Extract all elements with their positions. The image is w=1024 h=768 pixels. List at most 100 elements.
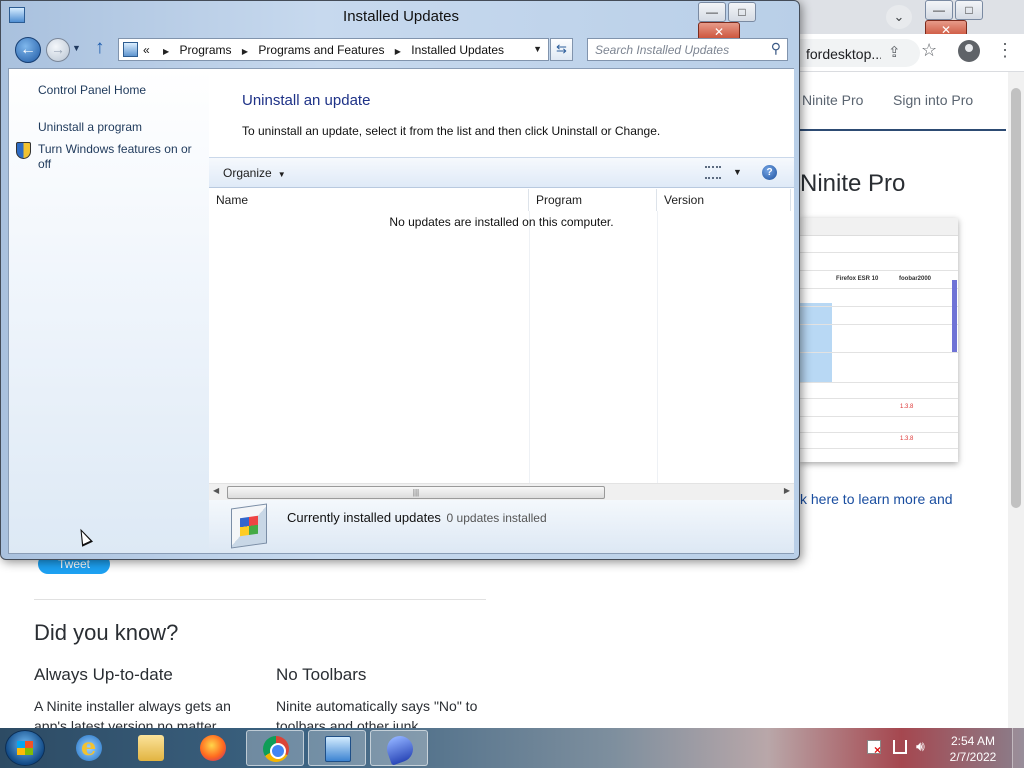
address-history-chevron-icon[interactable]: ▼ — [533, 44, 542, 54]
scrollbar-thumb[interactable]: ||| — [227, 486, 605, 499]
column-header-version[interactable]: Version — [657, 189, 791, 211]
nav-underline — [800, 129, 1006, 131]
show-desktop-button[interactable] — [1012, 728, 1024, 768]
breadcrumb-separator-icon[interactable]: ▶ — [163, 47, 169, 56]
browser-window-controls: — □✕ — [925, 0, 1024, 40]
horizontal-scrollbar[interactable]: ◀ ||| ▶ — [209, 483, 794, 500]
screenshot-version: 1.3.8 — [900, 404, 914, 410]
chevron-down-icon: ▼ — [277, 170, 286, 179]
details-title: Currently installed updates 0 updates in… — [287, 510, 547, 525]
address-bar[interactable]: « ▶ Programs ▶ Programs and Features ▶ I… — [118, 38, 549, 61]
search-input[interactable]: Search Installed Updates ⚲ — [587, 38, 788, 61]
screenshot-header: foobar2000 — [899, 276, 932, 282]
up-arrow-icon[interactable]: ↑ — [95, 37, 105, 59]
screenshot-titlebar — [800, 218, 958, 236]
screenshot-rule — [800, 398, 958, 399]
kebab-menu-icon[interactable]: ⋮ — [996, 40, 1014, 61]
column-header-program[interactable]: Program — [529, 189, 657, 211]
screenshot-rule — [800, 382, 958, 383]
installed-updates-icon — [231, 503, 267, 549]
screenshot-header: Firefox ESR 10 — [836, 276, 879, 282]
share-icon[interactable]: ⇪ — [888, 43, 901, 61]
change-view-icon[interactable] — [705, 166, 721, 179]
nav-link-ninite-pro[interactable]: Ninite Pro — [802, 92, 863, 108]
screenshot-rule — [800, 352, 958, 353]
breadcrumb-programs-and-features[interactable]: Programs and Features — [258, 43, 384, 57]
minimize-button[interactable]: — — [698, 2, 726, 22]
details-pane: Currently installed updates 0 updates in… — [209, 500, 794, 553]
uac-shield-icon — [16, 142, 31, 159]
task-pane: Control Panel Home Uninstall a program T… — [9, 69, 209, 553]
screenshot-selection — [800, 303, 832, 383]
browser-scrollbar-thumb[interactable] — [1011, 88, 1021, 508]
uninstall-program-link[interactable]: Uninstall a program — [38, 120, 142, 134]
column-divider — [657, 211, 658, 485]
control-panel-icon — [325, 736, 351, 762]
column-divider — [529, 211, 530, 485]
ninite-icon — [383, 732, 417, 766]
taskbar-app-control-panel[interactable] — [308, 730, 366, 766]
volume-icon[interactable]: 🔊︎ — [916, 738, 925, 755]
recent-pages-chevron-icon[interactable]: ▼ — [72, 43, 81, 53]
firefox-icon — [200, 735, 226, 761]
search-placeholder: Search Installed Updates — [595, 43, 730, 57]
profile-avatar-icon[interactable] — [958, 40, 980, 62]
folder-icon — [138, 735, 164, 761]
maximize-button[interactable]: □ — [955, 0, 983, 20]
ninite-pro-screenshot: Firefox ESR 10 foobar2000 1.3.8 1.3.8 — [800, 218, 958, 462]
clock-date: 2/7/2022 — [949, 750, 997, 764]
windows-features-link[interactable]: Turn Windows features on or off — [38, 142, 203, 172]
breadcrumb-separator-icon[interactable]: ▶ — [242, 47, 248, 56]
scroll-right-icon[interactable]: ▶ — [784, 486, 790, 495]
organize-label: Organize — [223, 166, 272, 180]
installed-updates-window: Installed Updates — □✕ ← → ▼ ↑ « ▶ Progra… — [0, 0, 800, 560]
column-header-name[interactable]: Name — [209, 189, 529, 211]
network-icon[interactable] — [893, 740, 907, 754]
feature-title: Always Up-to-date — [34, 665, 173, 684]
nav-link-sign-in[interactable]: Sign into Pro — [893, 92, 973, 108]
system-clock[interactable]: 2:54 AM 2/7/2022 — [944, 733, 1002, 765]
main-pane: Uninstall an update To uninstall an upda… — [209, 69, 794, 553]
taskbar-app-firefox[interactable] — [184, 730, 242, 766]
taskbar-app-explorer[interactable] — [122, 730, 180, 766]
chrome-icon — [263, 736, 289, 762]
did-you-know-heading: Did you know? — [34, 620, 179, 645]
taskbar-app-chrome[interactable] — [246, 730, 304, 766]
address-bar-text: fordesktop... — [806, 46, 881, 62]
control-panel-home-link[interactable]: Control Panel Home — [38, 83, 146, 97]
breadcrumb-overflow[interactable]: « — [143, 43, 150, 57]
taskbar-app-ie[interactable] — [60, 730, 118, 766]
search-icon[interactable]: ⚲ — [771, 40, 781, 57]
screenshot-version: 1.3.8 — [900, 436, 914, 442]
breadcrumb-separator-icon[interactable]: ▶ — [395, 47, 401, 56]
minimize-button[interactable]: — — [925, 0, 953, 20]
breadcrumb-programs[interactable]: Programs — [180, 43, 232, 57]
action-center-flag-icon[interactable] — [867, 740, 881, 757]
view-options-chevron-icon[interactable]: ▼ — [733, 167, 742, 177]
refresh-button[interactable]: ⇆ — [550, 38, 573, 61]
control-panel-icon — [9, 7, 25, 23]
page-description: To uninstall an update, select it from t… — [242, 124, 661, 138]
taskbar-app-ninite[interactable] — [370, 730, 428, 766]
section-title: Ninite Pro — [800, 170, 906, 197]
learn-more-link[interactable]: k here to learn more and — [800, 491, 953, 507]
help-icon[interactable]: ? — [762, 165, 777, 180]
start-button[interactable] — [5, 730, 45, 766]
control-panel-icon — [123, 42, 138, 57]
window-content: Control Panel Home Uninstall a program T… — [8, 68, 794, 554]
breadcrumb: « ▶ Programs ▶ Programs and Features ▶ I… — [143, 43, 504, 57]
organize-button[interactable]: Organize ▼ — [223, 166, 286, 180]
forward-button[interactable]: → — [46, 38, 70, 62]
section-divider — [34, 599, 486, 600]
tab-search-chevron-icon[interactable]: ⌄ — [886, 5, 912, 29]
screenshot-rule — [800, 288, 958, 289]
window-title: Installed Updates — [343, 8, 459, 25]
screenshot-rule — [800, 270, 958, 271]
bookmark-star-icon[interactable]: ☆ — [921, 40, 937, 61]
scroll-left-icon[interactable]: ◀ — [213, 486, 219, 495]
screenshot-scrollbar — [952, 280, 957, 352]
breadcrumb-installed-updates[interactable]: Installed Updates — [411, 43, 504, 57]
maximize-button[interactable]: □ — [728, 2, 756, 22]
back-button[interactable]: ← — [15, 37, 41, 63]
page-title: Uninstall an update — [242, 92, 371, 109]
